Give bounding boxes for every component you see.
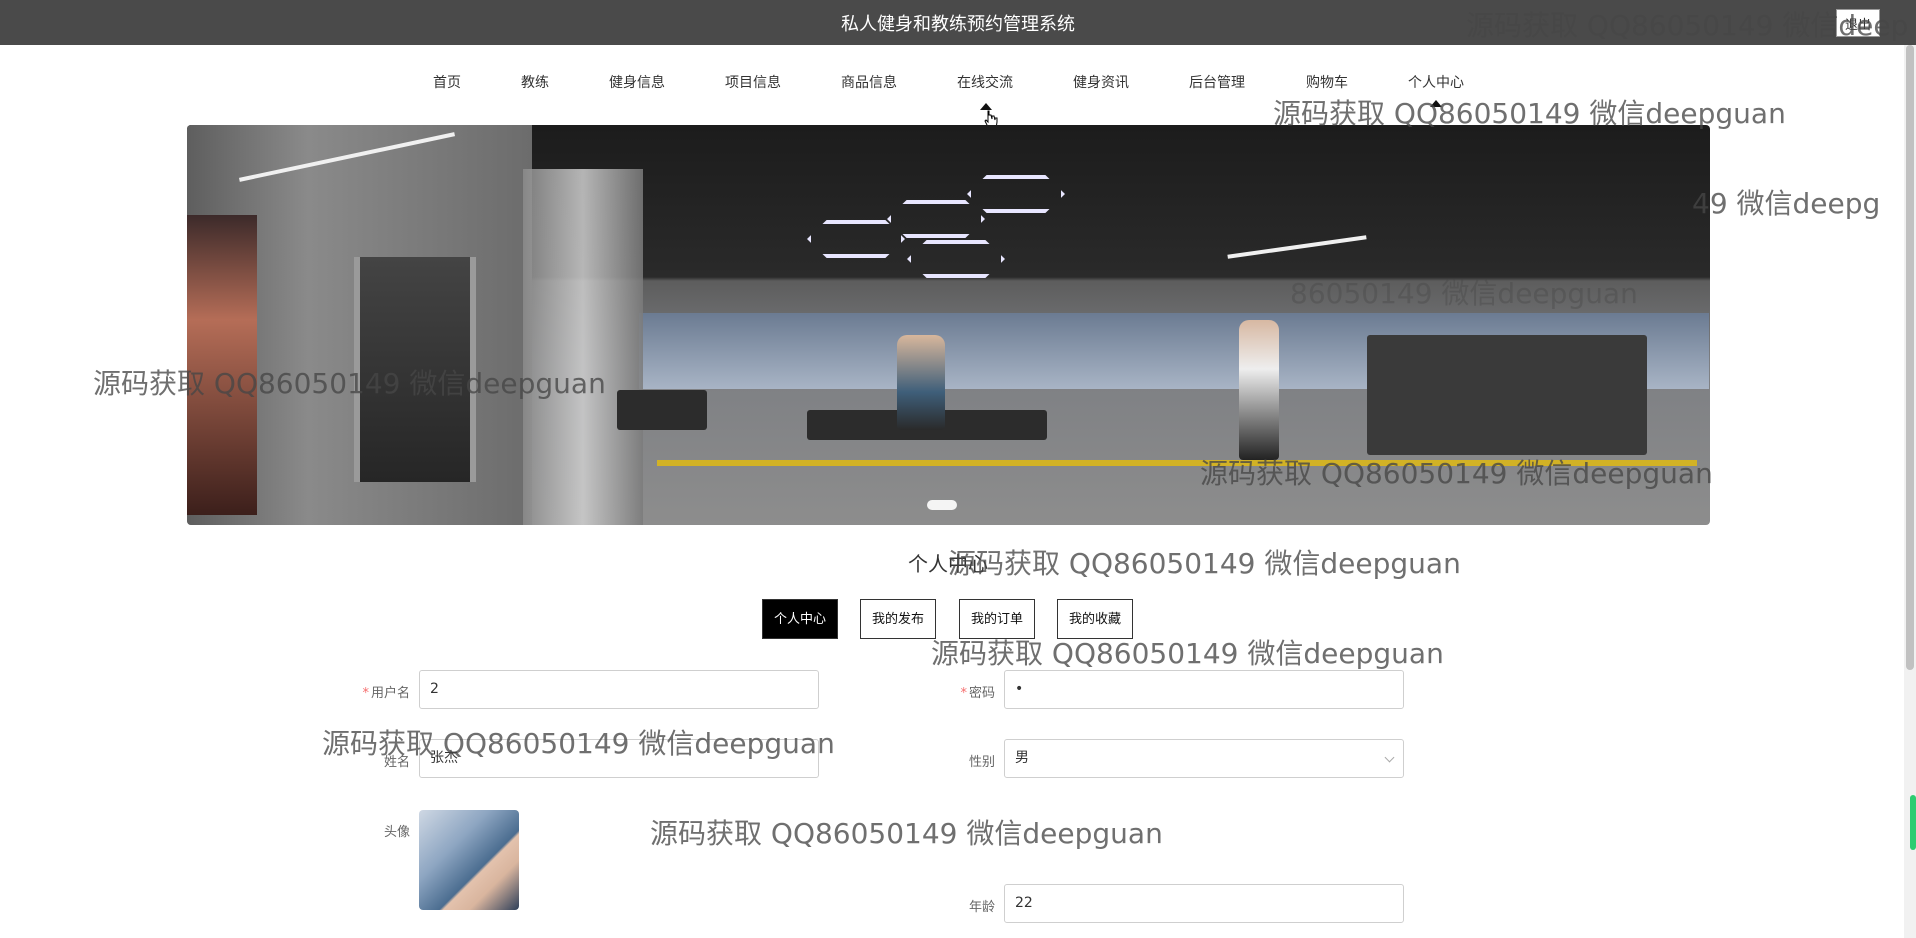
gender-value: 男 (1015, 750, 1029, 766)
banner-hex-light (807, 220, 905, 258)
watermark: 49 微信deepg (1692, 187, 1881, 220)
age-label: 年龄 (968, 900, 995, 915)
nav-project-info[interactable]: 项目信息 (725, 66, 781, 100)
chevron-down-icon (1384, 752, 1395, 763)
banner-athlete (1239, 320, 1279, 460)
nav-fitness-news[interactable]: 健身资讯 (1073, 66, 1129, 100)
carousel-indicator[interactable] (927, 500, 957, 510)
banner-rack (1367, 335, 1647, 455)
nav-fitness-info[interactable]: 健身信息 (609, 66, 665, 100)
tab-my-posts[interactable]: 我的发布 (860, 599, 936, 639)
age-input[interactable]: 22 (1004, 884, 1404, 923)
banner-treadmill (617, 390, 707, 430)
password-input[interactable]: • (1004, 670, 1404, 709)
banner-hex-light (967, 175, 1065, 213)
password-label: *•密码 (960, 686, 995, 701)
watermark: 源码获取 QQ86050149 微信deepguan (93, 367, 606, 400)
banner-athlete (897, 335, 945, 430)
nav-admin[interactable]: 后台管理 (1189, 66, 1245, 100)
avatar-label: 头像 (383, 825, 410, 840)
required-mark: * (362, 686, 369, 701)
banner-light-strip (1227, 235, 1367, 259)
banner-column (523, 169, 643, 525)
watermark: 源码获取 QQ86050149 微信deepguan (1200, 457, 1713, 490)
app-title: 私人健身和教练预约管理系统 (841, 13, 1075, 35)
scrollbar-thumb[interactable] (1906, 45, 1914, 670)
watermark: 源码获取 QQ86050149 微信deepguan (322, 727, 835, 760)
username-label: * 用户名 (362, 686, 410, 701)
watermark: 86050149 微信deepguan (1290, 277, 1638, 310)
avatar-image[interactable] (419, 810, 519, 910)
gender-label: 性别 (968, 755, 995, 770)
username-input[interactable]: 2 (419, 670, 819, 709)
watermark: 源码获取 QQ86050149 微信deepguan (650, 817, 1163, 850)
nav-coach[interactable]: 教练 (521, 66, 549, 100)
nav-online-chat[interactable]: 在线交流 (957, 66, 1013, 100)
nav-home[interactable]: 首页 (433, 66, 461, 100)
nav-product-info[interactable]: 商品信息 (841, 66, 897, 100)
watermark: 源码获取 QQ86050149 微信deep (1466, 9, 1909, 42)
required-mark: * (960, 686, 967, 701)
banner-hex-light (887, 200, 985, 238)
watermark: 源码获取 QQ86050149 微信deepguan (931, 637, 1444, 670)
banner-hex-light (907, 240, 1005, 278)
nav-hover-caret-icon (980, 103, 992, 110)
side-drag-handle[interactable] (1910, 795, 1916, 850)
gender-select[interactable]: 男 (1004, 739, 1404, 778)
tab-personal-center[interactable]: 个人中心 (762, 599, 838, 639)
watermark: 源码获取 QQ86050149 微信deepguan (948, 547, 1461, 580)
watermark: 源码获取 QQ86050149 微信deepguan (1273, 97, 1786, 130)
